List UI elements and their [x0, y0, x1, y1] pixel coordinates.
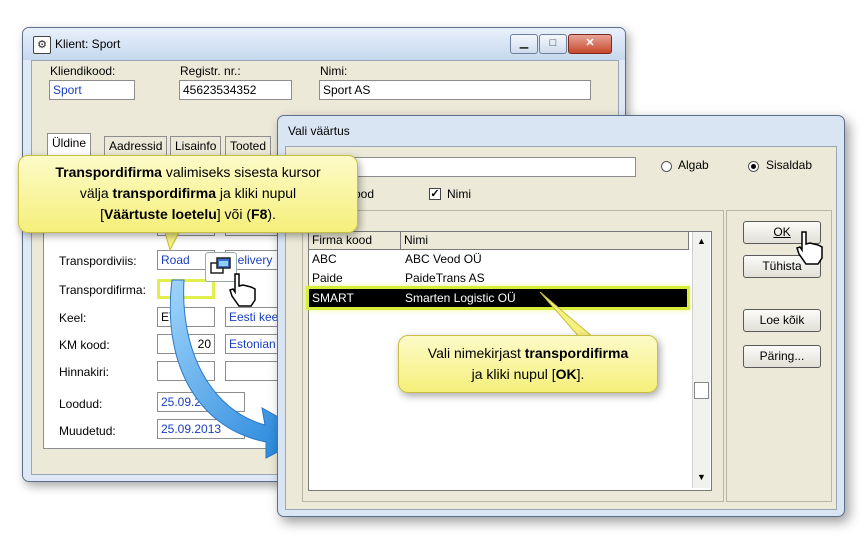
check-nimi[interactable]: ✓ [429, 188, 441, 200]
table-row[interactable]: Paide PaideTrans AS [309, 269, 689, 287]
km-kood-label: KM kood: [59, 338, 110, 352]
callout-select-transpordifirma: Vali nimekirjast transpordifirma ja klik… [398, 335, 658, 393]
table-row-selected[interactable]: SMART Smarten Logistic OÜ [306, 286, 690, 310]
grid-scrollbar[interactable]: ▲ ▼ [692, 232, 710, 488]
muudetud-label: Muudetud: [59, 424, 116, 438]
callout2-t2: ja kliki nupul [ [471, 366, 556, 382]
client-window-title: Klient: Sport [55, 37, 121, 51]
col-firma-kood[interactable]: Firma kood [309, 232, 401, 249]
callout1-b2: transpordifirma [112, 185, 216, 201]
tab-aadressid[interactable]: Aadressid [104, 136, 168, 157]
kliendikood-field[interactable]: Sport [49, 80, 135, 100]
callout1-t1: valimiseks sisesta kursor [161, 164, 321, 180]
transpordifirma-label: Transpordifirma: [59, 283, 146, 297]
search-input[interactable] [346, 157, 636, 177]
callout1-t5: ] või ( [216, 206, 252, 222]
check-nimi-label: Nimi [447, 187, 471, 201]
gear-icon: ⚙ [33, 36, 51, 54]
callout1-b1: Transpordifirma [55, 164, 162, 180]
radio-algab-label: Algab [678, 158, 709, 172]
close-button[interactable]: ✕ [568, 34, 612, 54]
callout2-pointer [539, 292, 596, 339]
callout1-t2: välja [79, 185, 113, 201]
ok-button-label: OK [773, 225, 791, 239]
scroll-thumb[interactable] [694, 382, 709, 399]
hand-cursor-icon [229, 273, 256, 307]
callout2-t3: ]. [576, 366, 585, 382]
cell-code: ABC [312, 252, 337, 266]
client-titlebar[interactable]: ⚙ Klient: Sport ▁ □ ✕ [23, 28, 625, 60]
callout2-b1: transpordifirma [524, 345, 629, 361]
radio-sisaldab[interactable] [748, 161, 759, 172]
transpordiviis-label: Transpordiviis: [59, 254, 137, 268]
tab-tooted[interactable]: Tooted [225, 136, 272, 157]
callout1-line3: [Väärtuste loetelu] või (F8). [19, 204, 357, 225]
grid-header: Firma kood Nimi [309, 232, 689, 250]
query-button[interactable]: Päring... [743, 345, 821, 368]
callout2-line1: Vali nimekirjast transpordifirma [399, 343, 657, 364]
callout2-b2: OK [555, 366, 577, 382]
nimi-field[interactable]: Sport AS [319, 80, 591, 100]
cell-name: Smarten Logistic OÜ [405, 291, 516, 305]
registr-field[interactable]: 45623534352 [179, 80, 292, 100]
kliendikood-label: Kliendikood: [50, 64, 116, 78]
nimi-label: Nimi: [320, 64, 348, 78]
callout1-line1: Transpordifirma valimiseks sisesta kurso… [19, 162, 357, 183]
callout1-line2: välja transpordifirma ja kliki nupul [19, 183, 357, 204]
callout1-b4: F8 [251, 206, 268, 222]
maximize-button[interactable]: □ [539, 34, 567, 54]
callout1-b3: Väärtuste loetelu [103, 206, 217, 222]
cell-name: PaideTrans AS [405, 271, 485, 285]
scroll-down-icon[interactable]: ▼ [697, 472, 706, 482]
dialog-title: Vali väärtus [288, 124, 350, 138]
hinnakiri-label: Hinnakiri: [59, 365, 110, 379]
callout1-t6: ). [267, 206, 276, 222]
col-nimi[interactable]: Nimi [401, 232, 689, 249]
callout1-t3: ja kliki nupul [216, 185, 297, 201]
callout2-t1: Vali nimekirjast [427, 345, 525, 361]
tab-uldine[interactable]: Üldine [47, 133, 92, 157]
minimize-button[interactable]: ▁ [510, 34, 538, 54]
radio-algab[interactable] [661, 161, 672, 172]
cell-code: SMART [312, 291, 354, 305]
cell-name: ABC Veod OÜ [405, 252, 482, 266]
tab-lisainfo[interactable]: Lisainfo [170, 136, 222, 157]
radio-sisaldab-label: Sisaldab [766, 158, 813, 172]
load-all-button[interactable]: Loe kõik [743, 309, 821, 332]
callout2-line2: ja kliki nupul [OK]. [399, 364, 657, 385]
hand-cursor-icon [796, 231, 823, 265]
keel-label: Keel: [59, 311, 87, 325]
callout-transpordifirma: Transpordifirma valimiseks sisesta kurso… [18, 155, 358, 233]
registr-label: Registr. nr.: [180, 64, 241, 78]
cell-code: Paide [312, 271, 343, 285]
table-row[interactable]: ABC ABC Veod OÜ [309, 250, 689, 268]
scroll-up-icon[interactable]: ▲ [697, 236, 706, 246]
loodud-label: Loodud: [59, 397, 103, 411]
